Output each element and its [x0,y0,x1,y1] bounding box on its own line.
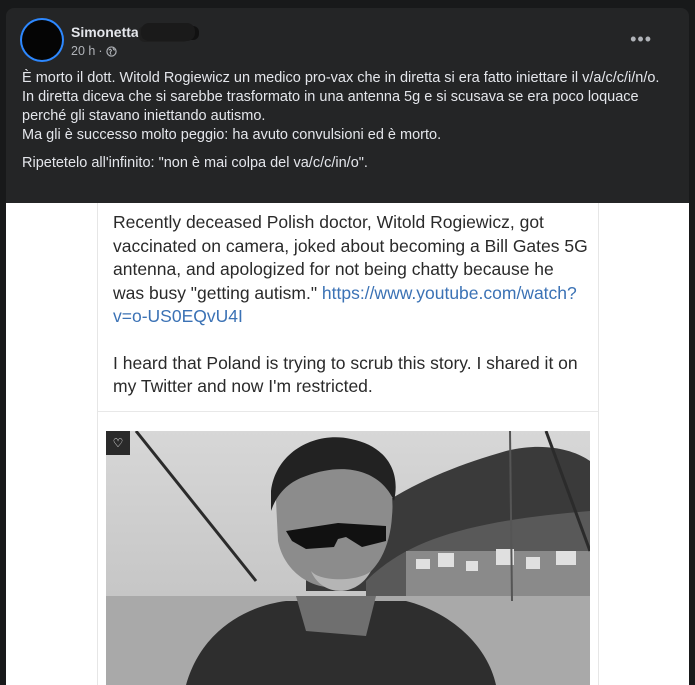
globe-icon [105,45,117,57]
heart-icon[interactable]: ♡ [106,431,130,455]
post-image[interactable]: Recently deceased Polish doctor, Witold … [6,203,689,685]
post-card: Simonetta 20 h · ••• È morto il dott. Wi… [6,8,689,685]
avatar[interactable] [22,20,62,60]
caption-line: È morto il dott. Witold Rogiewicz un med… [22,70,660,86]
caption-line: In diretta diceva che si sarebbe trasfor… [22,89,639,124]
screenshot-card: Recently deceased Polish doctor, Witold … [97,203,599,685]
post-meta: 20 h · [71,44,117,58]
divider [98,411,598,412]
post-time[interactable]: 20 h [71,44,95,58]
caption-line: Ma gli è successo molto peggio: ha avuto… [22,127,442,143]
author-name[interactable]: Simonetta [71,23,195,41]
more-options-icon[interactable]: ••• [630,30,652,48]
screenshot-text: Recently deceased Polish doctor, Witold … [113,211,588,422]
caption-line: Ripetetelo all'infinito: "non è mai colp… [22,155,368,171]
tweet-text: I heard that Poland is trying to scrub t… [113,352,578,397]
post-header: Simonetta 20 h · ••• [22,20,672,60]
photo-illustration [106,431,590,685]
post-caption: È morto il dott. Witold Rogiewicz un med… [22,69,672,173]
redacted-name [140,23,195,41]
photo: ♡ [106,431,590,685]
